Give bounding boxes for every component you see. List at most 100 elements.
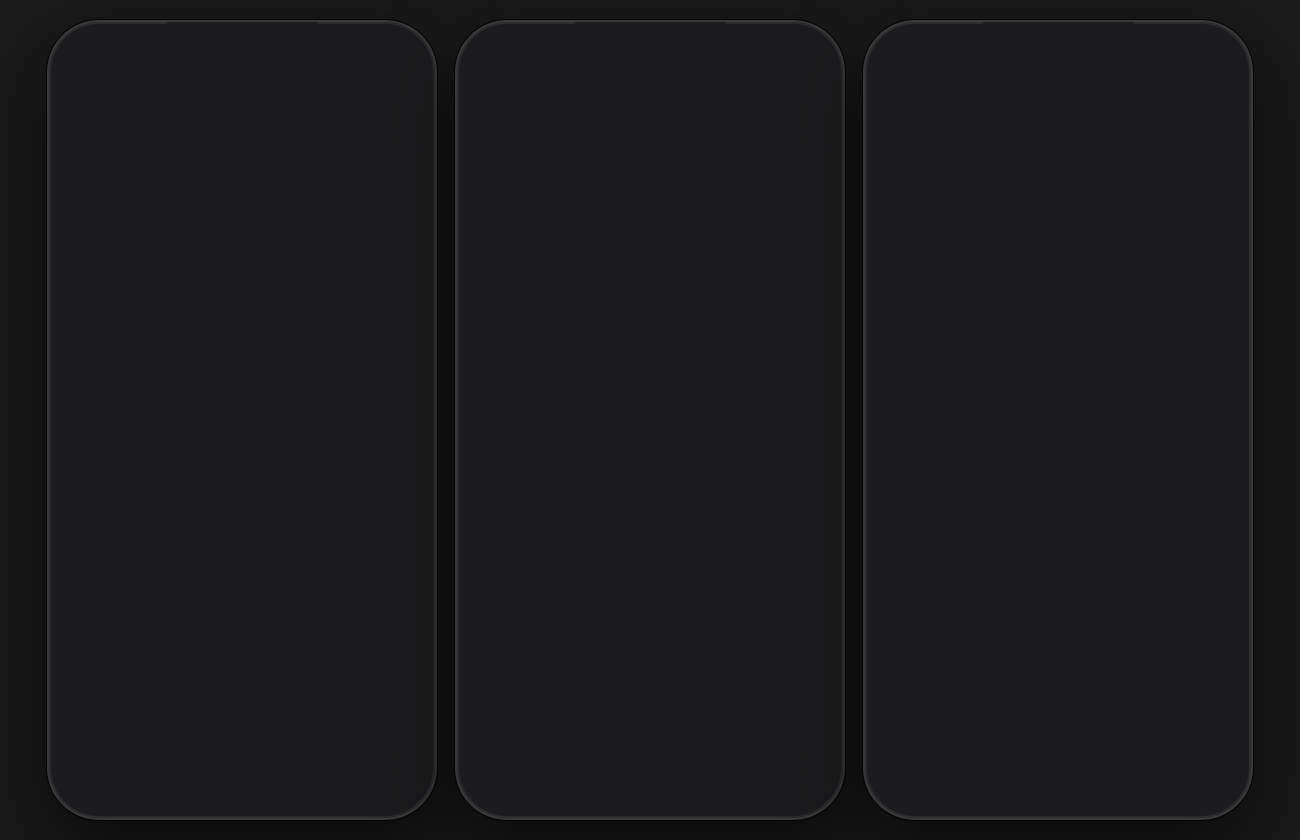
wifi-icon-3: ▲ [1179,56,1190,68]
now-playing-title-3: Edge of the Forest [935,724,1177,739]
screen-content-3: 9:22 ▐▐▐ ▲ ▓▓▓ Browse Hot Tracks See All [873,30,1243,810]
track-add-3[interactable]: + [1214,339,1227,365]
tab-library-3[interactable]: ⊞ Library [873,767,947,805]
its-lit-img: IT'S LIT!!! ♪ MUSIC [481,139,639,297]
tab-radio-3[interactable]: ◉ Radio [1095,767,1169,805]
radio-icon-2: ◉ [715,767,732,792]
cardi-card[interactable]: ♪ MUSIC Cardi B: Visionary Women Apple M… [481,372,639,560]
tab-library-1[interactable]: ⊞ Library [57,767,131,805]
hero-image-1[interactable]: Add this album to your library now. [57,196,427,391]
bad-habits-img: NAV BADHABITS EXPLICIT CONTENT [889,432,1037,580]
bad-habits-card[interactable]: NAV BADHABITS EXPLICIT CONTENT Bad Habit… [889,432,1037,610]
battery-icon-1: ▓▓▓ [379,56,403,68]
tab-radio-2[interactable]: ◉ Radio [687,767,761,805]
track-name-0: Saint Honesty [943,154,1227,170]
main-scroll-2: Weekend Warrior See All IT'S LIT!!! ♪ MU… [465,106,835,726]
nav-text: NAV [897,438,925,450]
dance-xl-name: danceXL [649,301,807,315]
cardi-img: ♪ MUSIC [481,372,639,530]
track-item-2[interactable]: I Like Girls (feat. Lil Skies) E PnB Roc… [889,261,1227,322]
battery-icon-3: ▓▓▓ [1195,56,1219,68]
now-playing-bar-2[interactable]: HARRY POTTER Edge of the Forest ▶ ⏭ [465,701,835,761]
pnb-thumb [889,269,933,313]
library-label-3: Library [895,794,926,805]
track-info-2: I Like Girls (feat. Lil Skies) E PnB Roc… [943,276,1204,306]
track-add-1[interactable]: + [1214,217,1227,243]
tab-foryou-3[interactable]: ♡ For You [947,767,1021,805]
status-time-3: 9:22 [897,51,927,68]
bad-habits-text: BADHABITS [897,508,979,560]
tab-browse-1[interactable]: ♪ Browse [205,768,279,804]
skip-button-1[interactable]: ⏭ [399,721,415,742]
track-info-3: Tempo (feat. Missy Elliott) E Lizzo [943,337,1204,367]
world-text: THE WORLDIS YOURS 2 [1084,484,1158,529]
daily-card-usa[interactable]: TOP 100UNITED STATESOF AMERICA ♪ MUSIC 1… [235,436,383,603]
pink-card[interactable]: ♪ MUSIC P!NK: Visionary Women Apple Musi… [649,372,807,560]
skip-button-3[interactable]: ⏭ [1215,721,1231,742]
usa-apple-badge: ♪ MUSIC [347,444,375,451]
tab-foryou-1[interactable]: ♡ For You [131,767,205,805]
track-add-2[interactable]: + [1214,278,1227,304]
play-button-1[interactable]: ▶ [371,721,385,742]
search-icon-1: 🔍 [378,767,403,792]
now-playing-title-2: Edge of the Forest [527,724,769,739]
p1-header: Browse UPCOMING ALBUM: ADD NOW Amidst th… [57,74,427,196]
hot-tracks-title: Hot Tracks [889,106,991,129]
dance-xl-apple-badge: ♪ MUSIC [761,145,801,156]
track-name-1: Te Robaré [943,215,1204,231]
tab-foryou-2[interactable]: ♡ For You [539,767,613,805]
tab-search-1[interactable]: 🔍 Search [353,767,427,805]
track-artist-3: Lizzo [943,353,1204,367]
now-playing-controls-1: ▶ ⏭ [371,721,415,742]
hot-tracks-see-all[interactable]: See All [1183,110,1227,126]
library-icon-3: ⊞ [902,767,919,792]
cardi-sub: Apple Music Hip-Hop [481,548,639,560]
bad-habits-name: Bad Habits E [889,584,1037,598]
circle-purple [189,548,217,576]
its-lit-card[interactable]: IT'S LIT!!! ♪ MUSIC It's Lit!!! Apple Mu… [481,139,639,327]
sara-thumb [889,147,933,191]
tab-radio-1[interactable]: ◉ Radio [279,767,353,805]
now-playing-controls-2: ▶ ⏭ [779,721,823,742]
phone-screen-2: 9:21 ▐▐▐ ▲ ▓▓▓ Browse Weekend Warrior Se… [465,30,835,810]
dance-xl-img: XL ♪ MUSIC [649,139,807,297]
its-lit-name: It's Lit!!! [481,301,639,315]
now-playing-bar-1[interactable]: HARRY POTTER Edge of the Forest ▶ ⏭ [57,701,427,761]
play-button-2[interactable]: ▶ [779,721,793,742]
track-item-3[interactable]: Tempo (feat. Missy Elliott) E Lizzo + [889,322,1227,383]
hot-tracks-header: Hot Tracks See All [889,106,1227,129]
tab-search-3[interactable]: 🔍 Search [1169,767,1243,805]
track-list: Saint Honesty Sara Bareilles Te Robaré N… [889,139,1227,383]
daily-card-global[interactable]: TOP 100GLOBAL ♪ MUSIC 100 Top 100: Globa… [77,436,225,603]
track-artist-0: Sara Bareilles [943,170,1227,184]
tab-browse-3[interactable]: ♪ Browse [1021,768,1095,804]
play-button-3[interactable]: ▶ [1187,721,1201,742]
search-label-2: Search [782,794,814,805]
status-bar-3: 9:22 ▐▐▐ ▲ ▓▓▓ [873,30,1243,74]
track-item-1[interactable]: Te Robaré Nicky Jam & Ozuna + [889,200,1227,261]
phone-screen-1: 9:20 ▐▐▐ ▲ ▓▓▓ Browse UPCOMING ALBUM: AD… [57,30,427,810]
daily-see-all[interactable]: See All [363,407,407,423]
tab-search-2[interactable]: 🔍 Search [761,767,835,805]
hero-small-thumb [383,206,419,242]
weekend-see-all[interactable]: See All [775,110,819,126]
tab-library-2[interactable]: ⊞ Library [465,767,539,805]
world-explicit: E [1165,586,1176,597]
track-artist-1: Nicky Jam & Ozuna [943,231,1204,245]
track-item-0[interactable]: Saint Honesty Sara Bareilles [889,139,1227,200]
foryou-label-3: For You [967,794,1001,805]
playlist-row-1: IT'S LIT!!! ♪ MUSIC It's Lit!!! Apple Mu… [481,139,819,327]
new-music-see-all[interactable]: See All [1183,403,1227,419]
phone-2: 9:21 ▐▐▐ ▲ ▓▓▓ Browse Weekend Warrior Se… [455,20,845,820]
world-yours-card[interactable]: THE WORLDIS YOURS 2 The World Is Yours 2… [1047,432,1195,610]
signal-icon-2: ▐▐▐ [743,56,766,68]
dance-xl-card[interactable]: XL ♪ MUSIC danceXL Apple Music Dance [649,139,807,327]
tab-browse-2[interactable]: ♪ Browse [613,768,687,804]
just-updated-title: Just Updated [481,572,819,595]
daily-cards-container: TOP 100GLOBAL ♪ MUSIC 100 Top 100: Globa… [77,436,407,603]
library-icon-2: ⊞ [494,767,511,792]
pink-name: P!NK: Visionary Women [649,534,807,548]
new-music-grid: NAV BADHABITS EXPLICIT CONTENT Bad Habit… [889,432,1227,610]
now-playing-bar-3[interactable]: HARRY POTTER Edge of the Forest ▶ ⏭ [873,701,1243,761]
skip-button-2[interactable]: ⏭ [807,721,823,742]
